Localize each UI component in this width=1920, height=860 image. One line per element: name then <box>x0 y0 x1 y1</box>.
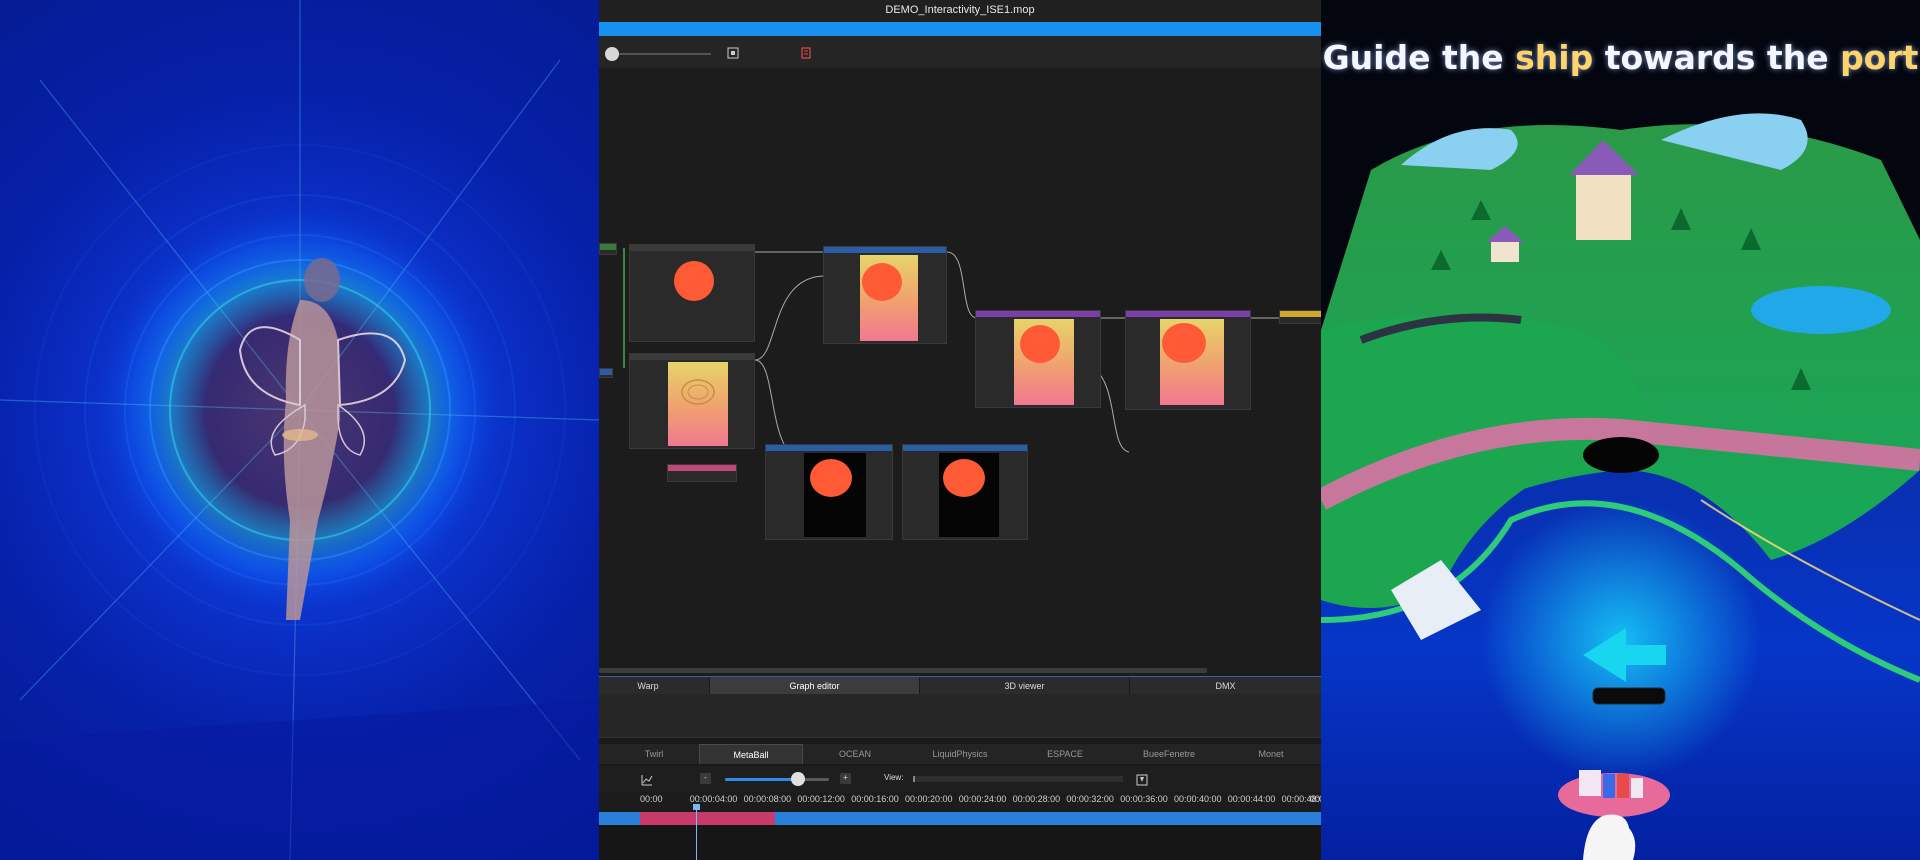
tab-dmx[interactable]: DMX <box>1130 677 1321 695</box>
timeline-tick-label: 00:00:36:00 <box>1120 794 1168 804</box>
view-label: View: <box>884 773 904 782</box>
node-preview <box>804 453 866 537</box>
timeline-tick-label: 00:00:40:00 <box>1174 794 1222 804</box>
island-scene <box>1321 0 1920 860</box>
graph-node[interactable] <box>975 310 1101 408</box>
zoom-out-button[interactable]: - <box>700 773 711 784</box>
graph-node[interactable] <box>629 244 755 342</box>
game-instruction-headline: Guide the ship towards the port <box>1322 38 1919 77</box>
left-vortex-photo <box>0 0 599 860</box>
timeline-tick-label: 00:00:16:00 <box>851 794 899 804</box>
graph-node[interactable] <box>629 353 755 449</box>
timeline-controls: - + View: <box>599 766 1321 792</box>
opacity-slider-track[interactable] <box>611 53 711 55</box>
timeline-tick-label: 00:00:32:00 <box>1066 794 1114 804</box>
right-island-photo: Guide the ship towards the port <box>1321 0 1920 860</box>
app-window: DEMO_Interactivity_ISE1.mop Warp Graph e… <box>599 0 1321 860</box>
graph-node-partial[interactable] <box>1279 310 1321 324</box>
tab-scene-bueefenetre[interactable]: BueeFenetre <box>1117 744 1221 764</box>
view-range-bar[interactable] <box>913 776 1123 782</box>
timeline-clip[interactable] <box>640 812 775 825</box>
scene-tab-bar: Twirl MetaBall OCEAN LiquidPhysics ESPAC… <box>599 744 1321 764</box>
timeline-tick-label: 00 <box>1310 794 1321 804</box>
graph-toolbar <box>599 36 1321 68</box>
window-title: DEMO_Interactivity_ISE1.mop <box>599 0 1321 22</box>
timeline-tick-label: 00:00:24:00 <box>958 794 1007 804</box>
inspector-strip <box>599 694 1321 738</box>
zoom-slider[interactable] <box>725 778 829 781</box>
playhead[interactable] <box>696 804 697 860</box>
node-preview <box>1014 319 1074 405</box>
graph-node[interactable] <box>765 444 893 540</box>
node-preview <box>668 362 728 446</box>
timeline-tick-label: 00:00:04:00 <box>689 794 738 804</box>
timeline-ruler[interactable]: 00:00 00:00:04:00 00:00:08:00 00:00:12:00 00… <box>599 792 1321 812</box>
focus-view-icon[interactable] <box>1136 773 1148 791</box>
node-preview <box>668 253 724 309</box>
tab-scene-twirl[interactable]: Twirl <box>604 744 704 764</box>
tab-scene-espace[interactable]: ESPACE <box>1013 744 1117 764</box>
curve-editor-icon[interactable] <box>641 773 653 791</box>
tab-scene-ocean[interactable]: OCEAN <box>803 744 907 764</box>
graph-node[interactable] <box>902 444 1028 540</box>
tab-warp[interactable]: Warp <box>599 677 710 695</box>
zoom-in-button[interactable]: + <box>840 773 851 784</box>
tab-3d-viewer[interactable]: 3D viewer <box>920 677 1130 695</box>
timeline-tick-label: 00:00:12:00 <box>797 794 845 804</box>
node-preview <box>939 453 999 537</box>
graph-node[interactable] <box>1125 310 1251 410</box>
fit-view-icon[interactable] <box>725 45 741 61</box>
timeline-tick-label: 00:00:08:00 <box>743 794 792 804</box>
timeline-tick-label: 00:00 <box>640 794 663 804</box>
tab-scene-monet[interactable]: Monet <box>1221 744 1321 764</box>
node-preview <box>860 255 918 341</box>
timeline-tick-label: 00:00:44:00 <box>1227 794 1276 804</box>
playhead-handle[interactable] <box>693 804 700 810</box>
opacity-slider-knob[interactable] <box>605 47 619 61</box>
view-tab-bar: Warp Graph editor 3D viewer DMX <box>599 676 1321 695</box>
timeline-tick-label: 00:00:20:00 <box>905 794 953 804</box>
trash-icon[interactable] <box>798 45 814 61</box>
tab-graph-editor[interactable]: Graph editor <box>710 677 920 695</box>
timeline-empty-area <box>599 825 1321 860</box>
graph-node-partial[interactable] <box>599 368 613 378</box>
zoom-slider-fill <box>725 778 798 781</box>
node-preview <box>1160 319 1224 405</box>
tab-scene-metaball[interactable]: MetaBall <box>699 744 803 764</box>
graph-node-param[interactable] <box>667 464 737 482</box>
graph-node-partial[interactable] <box>599 243 617 255</box>
timeline-tick-label: 00:00:28:00 <box>1012 794 1061 804</box>
node-graph-canvas[interactable] <box>599 68 1321 676</box>
title-accent-bar <box>599 22 1321 36</box>
tab-scene-liquidphysics[interactable]: LiquidPhysics <box>907 744 1013 764</box>
graph-node[interactable] <box>823 246 947 344</box>
vortex-art <box>0 0 599 860</box>
zoom-slider-knob[interactable] <box>790 772 805 786</box>
graph-horizontal-scrollbar[interactable] <box>599 668 1207 673</box>
